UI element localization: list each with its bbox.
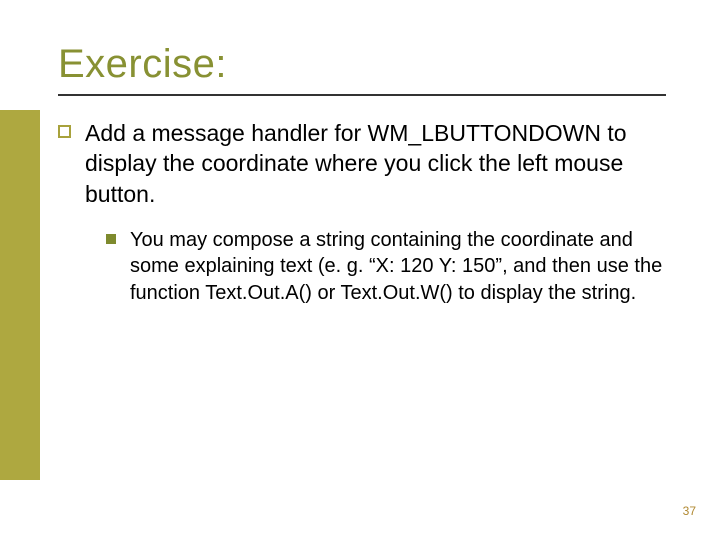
title-underline	[58, 94, 666, 96]
bullet-level-2: You may compose a string containing the …	[106, 227, 668, 306]
slide-content: Add a message handler for WM_LBUTTONDOWN…	[58, 118, 668, 306]
left-accent-stripe	[0, 110, 40, 480]
bullet-text-1: Add a message handler for WM_LBUTTONDOWN…	[85, 118, 668, 209]
square-outline-bullet-icon	[58, 125, 71, 138]
page-number: 37	[683, 504, 696, 518]
square-filled-bullet-icon	[106, 234, 116, 244]
bullet-level-1: Add a message handler for WM_LBUTTONDOWN…	[58, 118, 668, 209]
slide-title: Exercise:	[58, 42, 227, 87]
bullet-text-2: You may compose a string containing the …	[130, 227, 668, 306]
